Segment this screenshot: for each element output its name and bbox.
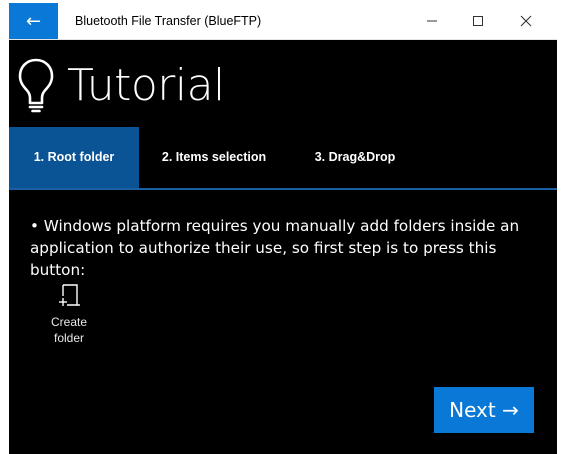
lightbulb-icon bbox=[18, 58, 54, 113]
back-button[interactable]: ← bbox=[9, 3, 58, 39]
close-icon bbox=[520, 15, 532, 27]
app-window: ← Bluetooth File Transfer (BlueFTP) Tuto… bbox=[9, 3, 557, 454]
tab-drag-drop[interactable]: 3. Drag&Drop bbox=[295, 127, 415, 188]
back-arrow-icon: ← bbox=[25, 10, 42, 32]
title-bar: ← Bluetooth File Transfer (BlueFTP) bbox=[9, 3, 557, 40]
add-folder-icon bbox=[59, 284, 80, 306]
tab-root-folder[interactable]: 1. Root folder bbox=[9, 127, 139, 188]
next-button[interactable]: Next → bbox=[434, 387, 534, 433]
create-folder-label-line2: folder bbox=[53, 331, 85, 345]
maximize-icon bbox=[473, 16, 483, 26]
page-title: Tutorial bbox=[67, 59, 225, 111]
maximize-button[interactable] bbox=[455, 3, 501, 39]
tab-items-selection[interactable]: 2. Items selection bbox=[149, 127, 279, 188]
minimize-icon bbox=[427, 20, 437, 22]
create-folder-label-line1: Create bbox=[50, 315, 88, 329]
window-title: Bluetooth File Transfer (BlueFTP) bbox=[75, 14, 262, 28]
tab-bar: 1. Root folder 2. Items selection 3. Dra… bbox=[9, 127, 557, 190]
instruction-text: • Windows platform requires you manually… bbox=[30, 217, 520, 279]
minimize-button[interactable] bbox=[409, 3, 455, 39]
create-folder-button[interactable]: Create folder bbox=[39, 283, 99, 346]
page-header: Tutorial bbox=[17, 55, 225, 115]
close-button[interactable] bbox=[503, 3, 549, 39]
